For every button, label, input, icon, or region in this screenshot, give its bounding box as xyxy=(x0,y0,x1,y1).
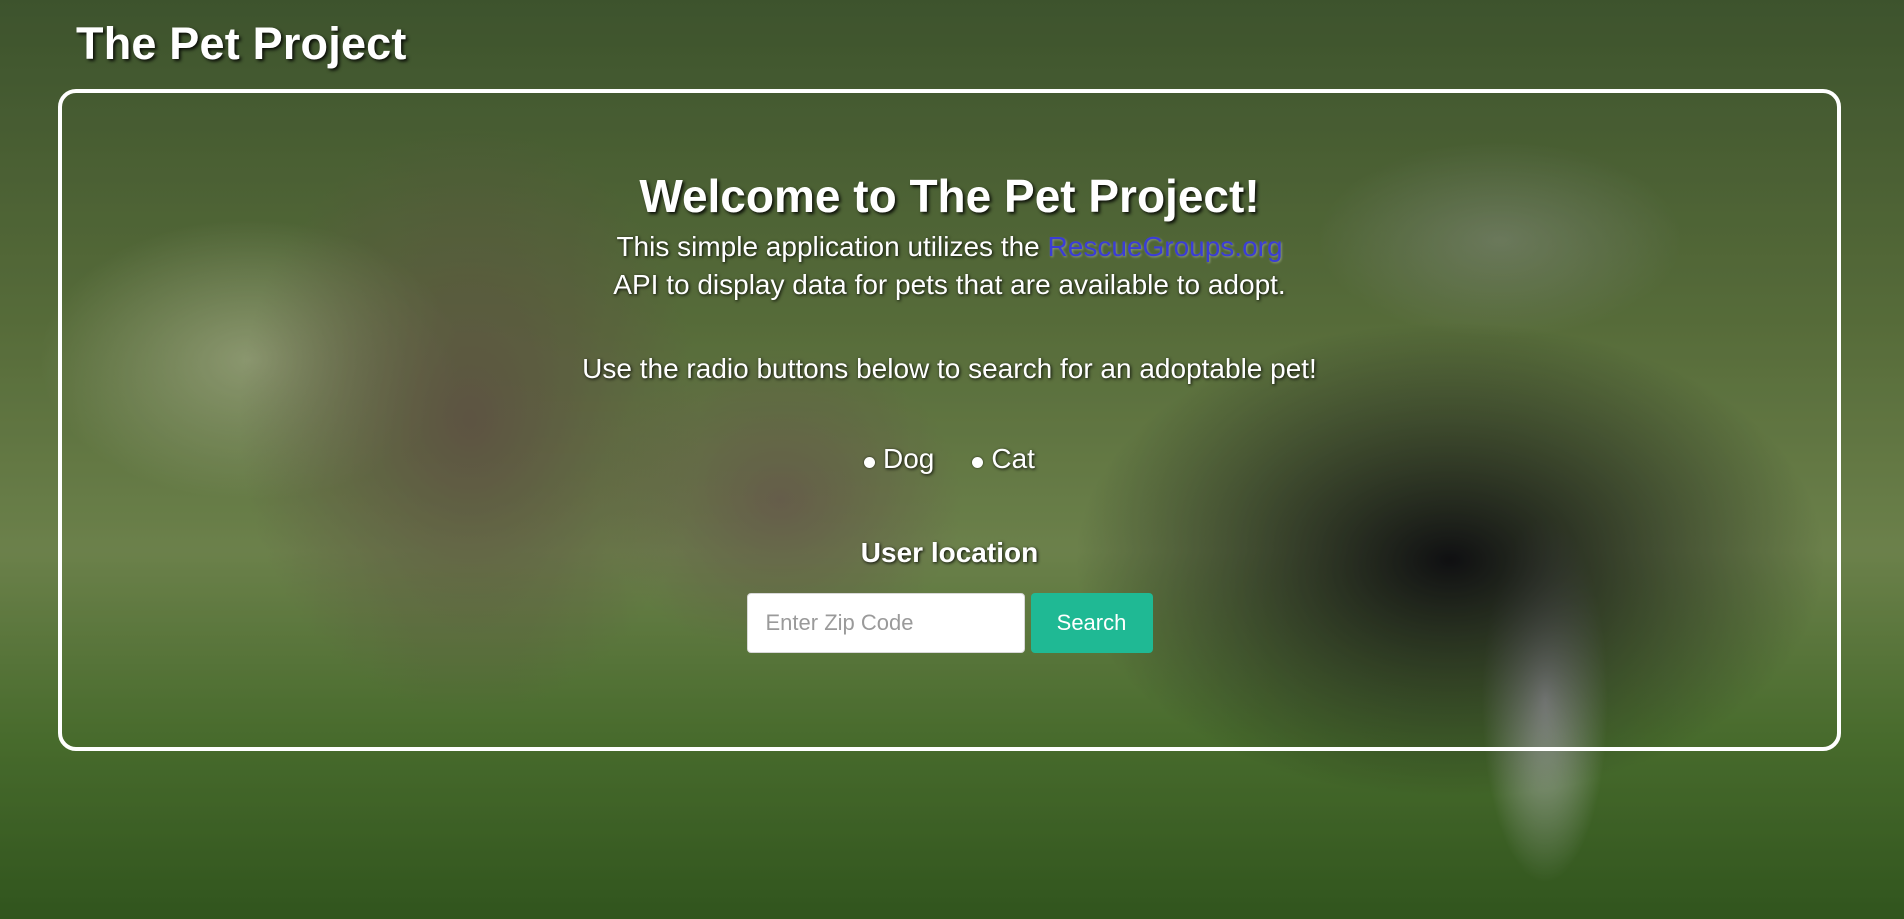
rescuegroups-link[interactable]: RescueGroups.org xyxy=(1048,231,1283,262)
radio-cat-label: Cat xyxy=(991,443,1035,474)
welcome-panel: Welcome to The Pet Project! This simple … xyxy=(58,89,1841,751)
search-row: Search xyxy=(62,593,1837,653)
zip-code-input[interactable] xyxy=(746,593,1025,653)
instructions-text: Use the radio buttons below to search fo… xyxy=(582,353,1317,384)
radio-cat-button[interactable] xyxy=(972,456,984,468)
user-location-label: User location xyxy=(860,537,1039,568)
search-button[interactable]: Search xyxy=(1030,593,1153,653)
brand-title: The Pet Project xyxy=(76,18,407,69)
welcome-heading: Welcome to The Pet Project! xyxy=(639,170,1260,222)
pet-type-radio-group: Dog Cat xyxy=(62,443,1837,475)
intro-text-start: This simple application utilizes the xyxy=(616,231,1048,262)
radio-dog-label: Dog xyxy=(883,443,935,474)
intro-text: This simple application utilizes the Res… xyxy=(62,228,1837,304)
intro-text-end: API to display data for pets that are av… xyxy=(613,269,1286,300)
radio-dog[interactable]: Dog xyxy=(864,443,934,475)
radio-dog-button[interactable] xyxy=(864,456,876,468)
radio-cat[interactable]: Cat xyxy=(972,443,1035,475)
